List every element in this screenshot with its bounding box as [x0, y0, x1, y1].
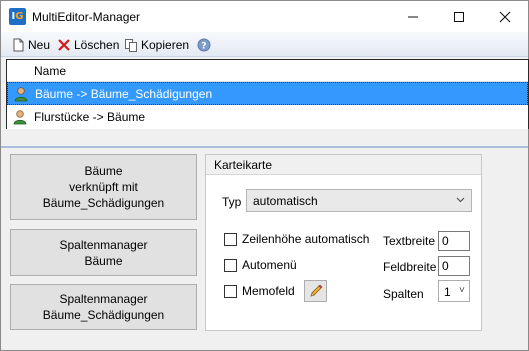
- list-item[interactable]: Flurstücke -> Bäume: [7, 106, 528, 129]
- editor-list: Name Bäume -> Bäume_Schädigungen Flurstü…: [6, 59, 529, 129]
- person-icon: [13, 110, 27, 125]
- list-item[interactable]: Bäume -> Bäume_Schädigungen: [7, 82, 528, 105]
- minimize-button[interactable]: [390, 1, 436, 32]
- maximize-icon: [454, 12, 464, 22]
- app-logo-icon: IG: [9, 8, 26, 25]
- new-button-label: Neu: [28, 37, 51, 52]
- delete-button[interactable]: Löschen: [57, 36, 119, 53]
- column-manager-schaedigungen-button[interactable]: Spaltenmanager Bäume_Schädigungen: [10, 284, 197, 330]
- group-title: Karteikarte: [214, 158, 273, 172]
- list-header[interactable]: Name: [7, 60, 528, 82]
- auto-row-height-checkbox[interactable]: [224, 233, 237, 246]
- pencil-icon: [310, 284, 323, 297]
- spalten-value: 1: [444, 285, 451, 299]
- chevron-down-icon: [456, 197, 465, 203]
- feldbreite-label: Feldbreite: [383, 260, 437, 274]
- linked-tables-button[interactable]: Bäume verknüpft mit Bäume_Schädigungen: [10, 154, 197, 220]
- list-item-label: Flurstücke -> Bäume: [34, 110, 146, 124]
- spalten-label: Spalten: [383, 287, 424, 301]
- section-divider: [1, 146, 528, 148]
- name-column-header: Name: [34, 64, 67, 78]
- help-button[interactable]: ?: [197, 36, 214, 53]
- edit-memo-button[interactable]: [304, 280, 327, 302]
- toolbar: Neu Löschen Kopieren ?: [1, 32, 528, 57]
- close-button[interactable]: [482, 1, 528, 32]
- linked-tables-button-label: Bäume verknüpft mit Bäume_Schädigungen: [42, 164, 165, 210]
- spalten-select[interactable]: 1 ˅: [438, 280, 470, 302]
- column-manager-baeume-label: Spaltenmanager Bäume: [59, 237, 148, 268]
- typ-select[interactable]: automatisch: [246, 189, 472, 212]
- copy-button-label: Kopieren: [141, 37, 190, 52]
- list-item-label: Bäume -> Bäume_Schädigungen: [35, 87, 213, 101]
- multieditor-manager-window: IG MultiEditor-Manager Neu Löschen Kopie…: [0, 0, 529, 351]
- title-bar[interactable]: IG MultiEditor-Manager: [1, 1, 528, 32]
- new-document-icon: [11, 38, 25, 52]
- auto-menu-checkbox[interactable]: [224, 259, 237, 272]
- svg-text:?: ?: [201, 41, 206, 51]
- memo-field-label[interactable]: Memofeld: [242, 284, 295, 298]
- window-title: MultiEditor-Manager: [32, 10, 141, 24]
- memo-field-checkbox[interactable]: [224, 285, 237, 298]
- help-icon: ?: [197, 38, 211, 52]
- feldbreite-input[interactable]: 0: [438, 256, 470, 276]
- auto-row-height-label[interactable]: Zeilenhöhe automatisch: [242, 232, 369, 246]
- maximize-button[interactable]: [436, 1, 482, 32]
- copy-icon: [124, 38, 138, 52]
- new-button[interactable]: Neu: [11, 36, 50, 53]
- minimize-icon: [408, 16, 418, 18]
- auto-menu-label[interactable]: Automenü: [242, 258, 297, 272]
- column-manager-baeume-button[interactable]: Spaltenmanager Bäume: [10, 229, 197, 276]
- karteikarte-group: Karteikarte Typ automatisch Zeilenhöhe a…: [205, 154, 482, 331]
- group-header: Karteikarte: [206, 155, 481, 175]
- chevron-down-icon: ˅: [459, 285, 465, 296]
- textbreite-label: Textbreite: [383, 234, 436, 248]
- copy-button[interactable]: Kopieren: [124, 36, 189, 53]
- close-icon: [499, 11, 511, 23]
- delete-x-icon: [57, 38, 71, 52]
- delete-button-label: Löschen: [74, 37, 120, 52]
- typ-select-value: automatisch: [253, 194, 318, 208]
- person-icon: [14, 87, 28, 102]
- column-manager-schaedigungen-label: Spaltenmanager Bäume_Schädigungen: [42, 292, 165, 322]
- typ-label: Typ: [222, 195, 242, 209]
- textbreite-input[interactable]: 0: [438, 231, 470, 251]
